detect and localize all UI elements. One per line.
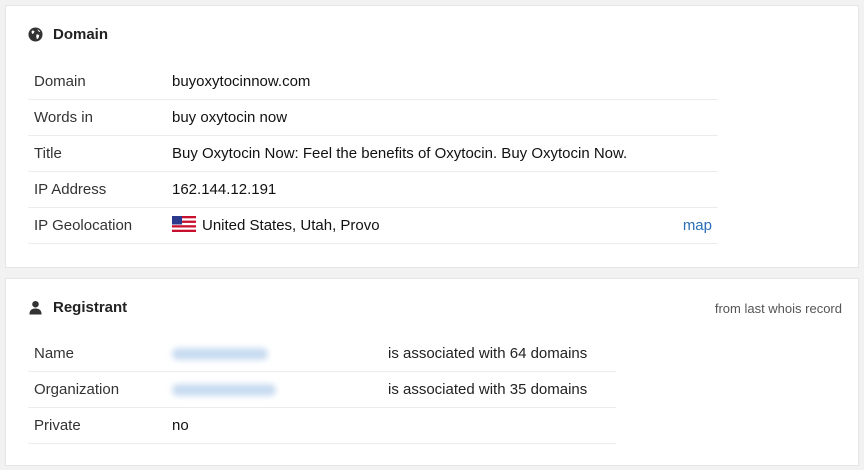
- geolocation-text: United States, Utah, Provo: [202, 216, 380, 234]
- organization-association: is associated with 35 domains: [388, 381, 588, 398]
- domain-row: Domain buyoxytocinnow.com: [28, 64, 718, 100]
- row-label: Private: [34, 417, 81, 434]
- row-label: Title: [34, 145, 62, 162]
- row-label: Organization: [34, 381, 120, 398]
- registrant-title: Registrant: [53, 299, 128, 316]
- name-association: is associated with 64 domains: [388, 345, 588, 362]
- domain-header: Domain: [28, 26, 108, 43]
- organization-value-redacted[interactable]: [172, 381, 276, 398]
- private-row: Private no: [28, 408, 616, 444]
- domain-value: buyoxytocinnow.com: [172, 73, 311, 90]
- registrant-panel: Registrant from last whois record Name i…: [5, 278, 859, 466]
- redacted-blur: [172, 348, 268, 361]
- row-label: Domain: [34, 73, 86, 90]
- row-label: IP Geolocation: [34, 217, 133, 234]
- user-icon: [28, 300, 43, 315]
- us-flag-icon: [172, 216, 196, 233]
- words-in-value: buy oxytocin now: [172, 109, 288, 126]
- words-in-row: Words in buy oxytocin now: [28, 100, 718, 136]
- map-link[interactable]: map: [683, 217, 712, 234]
- domain-panel: Domain Domain buyoxytocinnow.com Words i…: [5, 5, 859, 268]
- domain-title: Domain: [53, 26, 109, 43]
- name-row: Name is associated with 64 domains: [28, 336, 616, 372]
- geolocation-value: United States, Utah, Provo: [172, 216, 380, 234]
- organization-row: Organization is associated with 35 domai…: [28, 372, 616, 408]
- redacted-blur: [172, 384, 276, 397]
- ip-geolocation-row: IP Geolocation United States, Utah, Prov…: [28, 208, 718, 244]
- row-label: IP Address: [34, 181, 107, 198]
- row-label: Words in: [34, 109, 93, 126]
- ip-address-row: IP Address 162.144.12.191: [28, 172, 718, 208]
- domain-table: Domain buyoxytocinnow.com Words in buy o…: [28, 64, 718, 244]
- row-label: Name: [34, 345, 75, 362]
- title-row: Title Buy Oxytocin Now: Feel the benefit…: [28, 136, 718, 172]
- title-value: Buy Oxytocin Now: Feel the benefits of O…: [172, 145, 628, 162]
- globe-icon: [28, 27, 43, 42]
- name-value-redacted[interactable]: [172, 345, 268, 362]
- whois-note: from last whois record: [714, 301, 842, 316]
- registrant-header: Registrant: [28, 299, 127, 316]
- registrant-table: Name is associated with 64 domains Organ…: [28, 336, 616, 444]
- private-value: no: [172, 417, 189, 434]
- ip-address-link[interactable]: 162.144.12.191: [172, 181, 276, 198]
